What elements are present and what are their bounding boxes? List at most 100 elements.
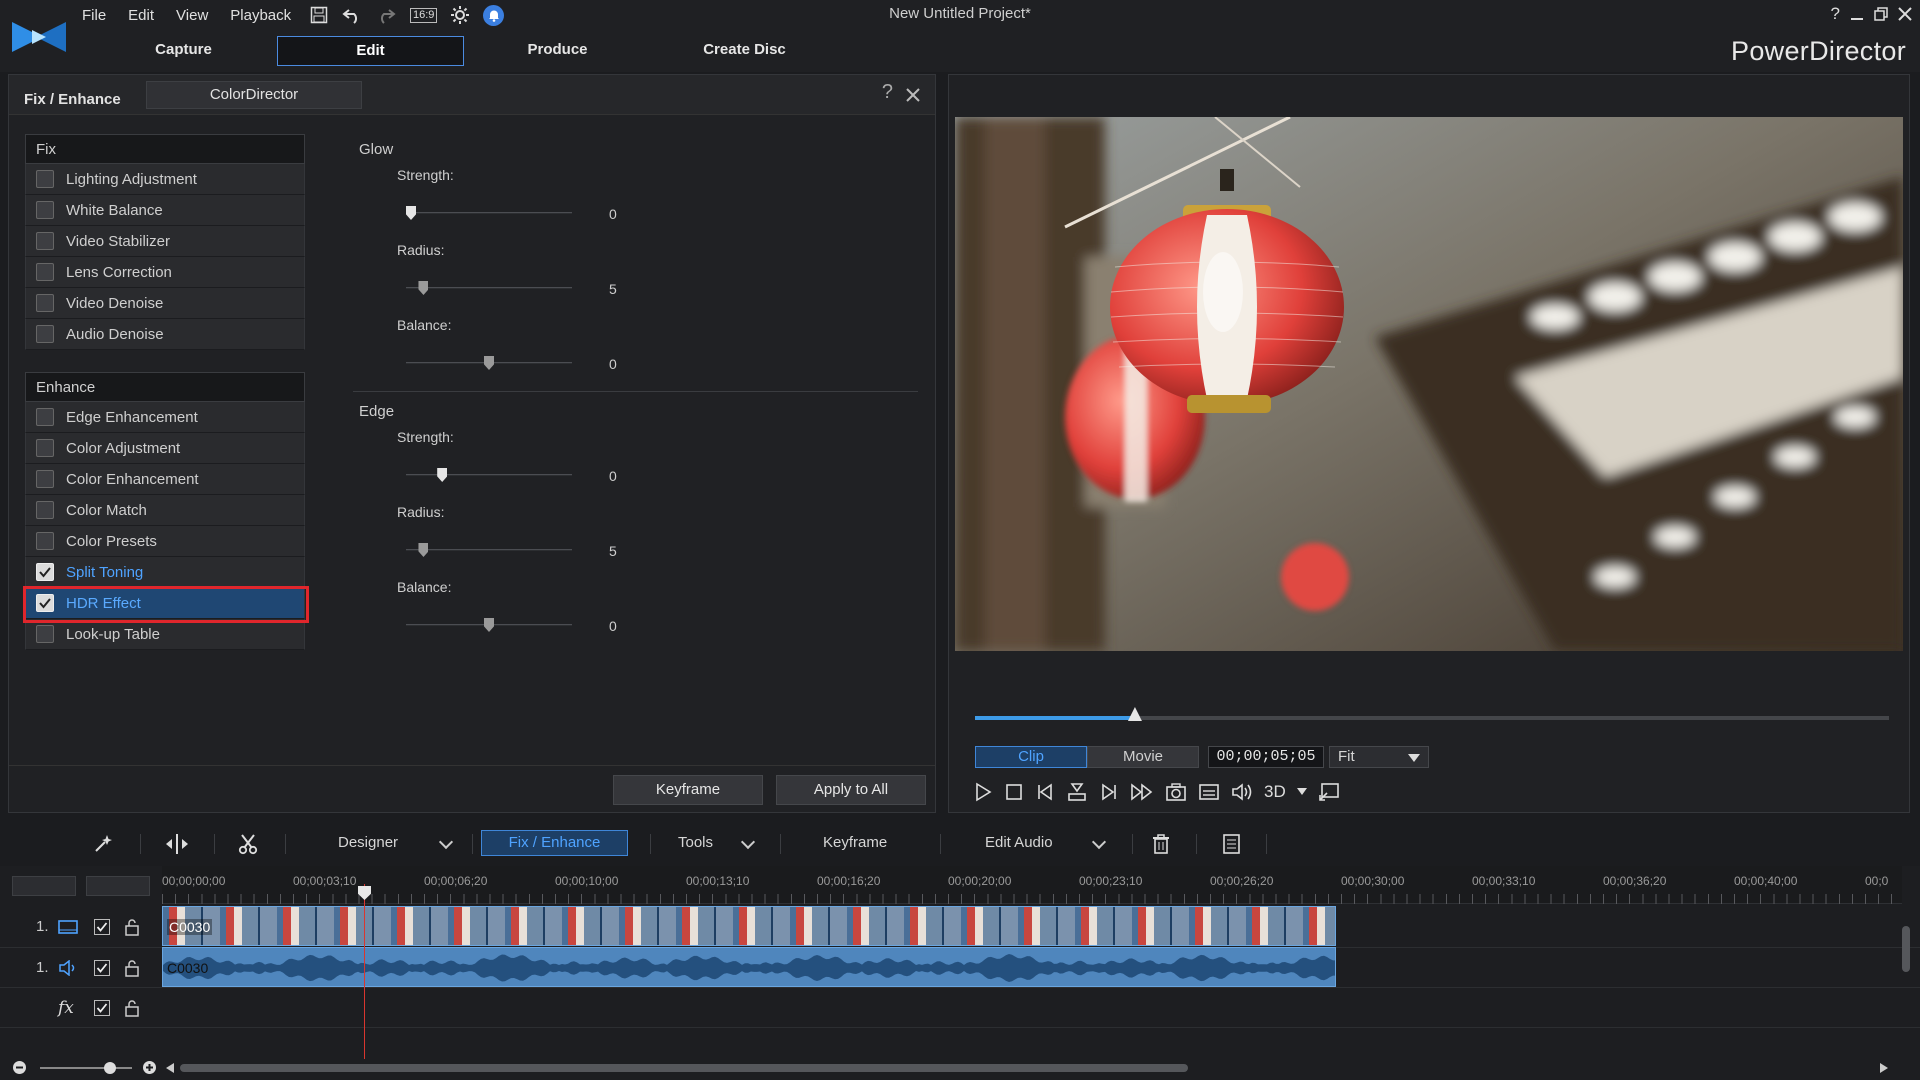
help-icon[interactable]: ? bbox=[1831, 4, 1840, 24]
zoom-slider-track[interactable] bbox=[40, 1067, 132, 1069]
play-icon[interactable] bbox=[973, 782, 993, 802]
slider-thumb[interactable] bbox=[418, 543, 429, 557]
edge-strength-slider[interactable] bbox=[406, 468, 572, 482]
movie-mode-button[interactable]: Movie bbox=[1087, 746, 1199, 768]
tab-capture[interactable]: Capture bbox=[90, 36, 277, 66]
enhance-item-color-presets[interactable]: Color Presets bbox=[25, 526, 305, 557]
clip-mode-button[interactable]: Clip bbox=[975, 746, 1087, 768]
checkbox[interactable] bbox=[36, 232, 54, 250]
timeline-ruler[interactable]: 00;00;00;00 00;00;03;10 00;00;06;20 00;00;1… bbox=[162, 866, 1902, 904]
checkbox[interactable] bbox=[36, 201, 54, 219]
edge-balance-slider[interactable] bbox=[406, 618, 572, 632]
undo-icon[interactable] bbox=[342, 6, 362, 24]
checkbox[interactable] bbox=[36, 170, 54, 188]
redo-icon[interactable] bbox=[376, 6, 396, 24]
timeline-vertical-scrollbar[interactable] bbox=[1902, 912, 1910, 1032]
slider-thumb[interactable] bbox=[484, 356, 494, 370]
glow-balance-slider[interactable] bbox=[406, 356, 572, 370]
scroll-left-icon[interactable] bbox=[166, 1063, 174, 1073]
restore-icon[interactable] bbox=[1874, 7, 1888, 21]
fast-forward-icon[interactable] bbox=[1130, 782, 1154, 802]
checkbox[interactable] bbox=[36, 563, 54, 581]
checkbox[interactable] bbox=[36, 263, 54, 281]
apply-to-all-button[interactable]: Apply to All bbox=[776, 775, 926, 805]
horizontal-scroll-thumb[interactable] bbox=[180, 1064, 1188, 1072]
slider-thumb[interactable] bbox=[437, 468, 448, 482]
checkbox[interactable] bbox=[36, 294, 54, 312]
zoom-slider-handle[interactable] bbox=[104, 1062, 116, 1074]
zoom-fit-select[interactable]: Fit bbox=[1329, 746, 1429, 768]
close-icon[interactable] bbox=[1898, 7, 1912, 21]
menu-playback[interactable]: Playback bbox=[230, 7, 291, 24]
magic-wand-icon[interactable] bbox=[92, 833, 114, 855]
slider-thumb[interactable] bbox=[418, 281, 429, 295]
previous-frame-icon[interactable] bbox=[1035, 782, 1055, 802]
track-lock-icon[interactable] bbox=[124, 959, 140, 977]
edit-audio-chevron-icon[interactable] bbox=[1091, 834, 1107, 850]
enhance-item-color-enhancement[interactable]: Color Enhancement bbox=[25, 464, 305, 495]
3d-mode-button[interactable]: 3D bbox=[1264, 782, 1286, 802]
enhance-item-split-toning[interactable]: Split Toning bbox=[25, 557, 305, 588]
timecode-display[interactable]: 00;00;05;05 bbox=[1208, 746, 1324, 768]
track-lock-icon[interactable] bbox=[124, 999, 140, 1017]
fix-item-video-denoise[interactable]: Video Denoise bbox=[25, 288, 305, 319]
slider-thumb[interactable] bbox=[406, 206, 416, 220]
save-icon[interactable] bbox=[310, 6, 328, 24]
minimize-icon[interactable] bbox=[1850, 7, 1864, 21]
split-clip-icon[interactable] bbox=[164, 833, 190, 855]
snapshot-camera-icon[interactable] bbox=[1165, 782, 1187, 802]
settings-gear-icon[interactable] bbox=[451, 6, 470, 24]
keyframe-button[interactable]: Keyframe bbox=[613, 775, 763, 805]
tab-create-disc[interactable]: Create Disc bbox=[651, 36, 838, 66]
keyframe-toolbar-button[interactable]: Keyframe bbox=[823, 831, 887, 855]
timeline-playhead[interactable] bbox=[364, 884, 365, 1059]
notification-bell-icon[interactable] bbox=[483, 4, 505, 26]
subtitle-icon[interactable] bbox=[1198, 782, 1220, 802]
3d-dropdown-chevron-icon[interactable] bbox=[1296, 788, 1307, 796]
split-frame-icon[interactable] bbox=[1066, 782, 1088, 802]
checkbox[interactable] bbox=[36, 625, 54, 643]
edit-audio-button[interactable]: Edit Audio bbox=[985, 831, 1053, 855]
menu-edit[interactable]: Edit bbox=[128, 7, 154, 24]
stop-icon[interactable] bbox=[1004, 782, 1024, 802]
video-clip[interactable]: C0030 bbox=[162, 906, 1336, 946]
enhance-item-color-adjustment[interactable]: Color Adjustment bbox=[25, 433, 305, 464]
slider-thumb[interactable] bbox=[484, 618, 494, 632]
enhance-item-color-match[interactable]: Color Match bbox=[25, 495, 305, 526]
fix-item-audio-denoise[interactable]: Audio Denoise bbox=[25, 319, 305, 350]
tools-button[interactable]: Tools bbox=[678, 831, 713, 855]
enhance-item-hdr-effect[interactable]: HDR Effect bbox=[25, 588, 305, 619]
checkbox[interactable] bbox=[36, 408, 54, 426]
checkbox[interactable] bbox=[36, 439, 54, 457]
panel-close-icon[interactable] bbox=[905, 87, 921, 103]
fix-item-lens-correction[interactable]: Lens Correction bbox=[25, 257, 305, 288]
designer-chevron-icon[interactable] bbox=[438, 834, 454, 850]
zoom-out-icon[interactable] bbox=[12, 1060, 27, 1075]
vertical-scroll-thumb[interactable] bbox=[1902, 926, 1910, 972]
volume-icon[interactable] bbox=[1231, 782, 1253, 802]
fit-timeline-button[interactable] bbox=[86, 876, 150, 896]
glow-strength-slider[interactable] bbox=[406, 206, 572, 220]
tools-chevron-icon[interactable] bbox=[740, 834, 756, 850]
panel-help-icon[interactable]: ? bbox=[882, 81, 893, 104]
fix-item-video-stabilizer[interactable]: Video Stabilizer bbox=[25, 226, 305, 257]
audio-track-enable-checkbox[interactable] bbox=[94, 959, 110, 976]
more-options-icon[interactable] bbox=[1220, 833, 1242, 855]
checkbox[interactable] bbox=[36, 532, 54, 550]
menu-file[interactable]: File bbox=[82, 7, 106, 24]
designer-button[interactable]: Designer bbox=[338, 831, 398, 855]
trash-icon[interactable] bbox=[1150, 833, 1172, 855]
playback-scrubber-handle[interactable] bbox=[1127, 707, 1142, 721]
tab-edit[interactable]: Edit bbox=[277, 36, 464, 66]
tab-produce[interactable]: Produce bbox=[464, 36, 651, 66]
fix-enhance-toolbar-button[interactable]: Fix / Enhance bbox=[481, 830, 628, 856]
aspect-ratio-selector[interactable]: 16:9 bbox=[410, 7, 438, 23]
checkbox[interactable] bbox=[36, 501, 54, 519]
colordirector-button[interactable]: ColorDirector bbox=[146, 81, 362, 109]
video-track-enable-checkbox[interactable] bbox=[94, 918, 110, 935]
audio-clip[interactable]: C0030 bbox=[162, 947, 1336, 987]
fix-item-lighting-adjustment[interactable]: Lighting Adjustment bbox=[25, 164, 305, 195]
playback-scrubber[interactable] bbox=[975, 707, 1889, 721]
checkbox[interactable] bbox=[36, 470, 54, 488]
scissors-icon[interactable] bbox=[237, 833, 259, 855]
